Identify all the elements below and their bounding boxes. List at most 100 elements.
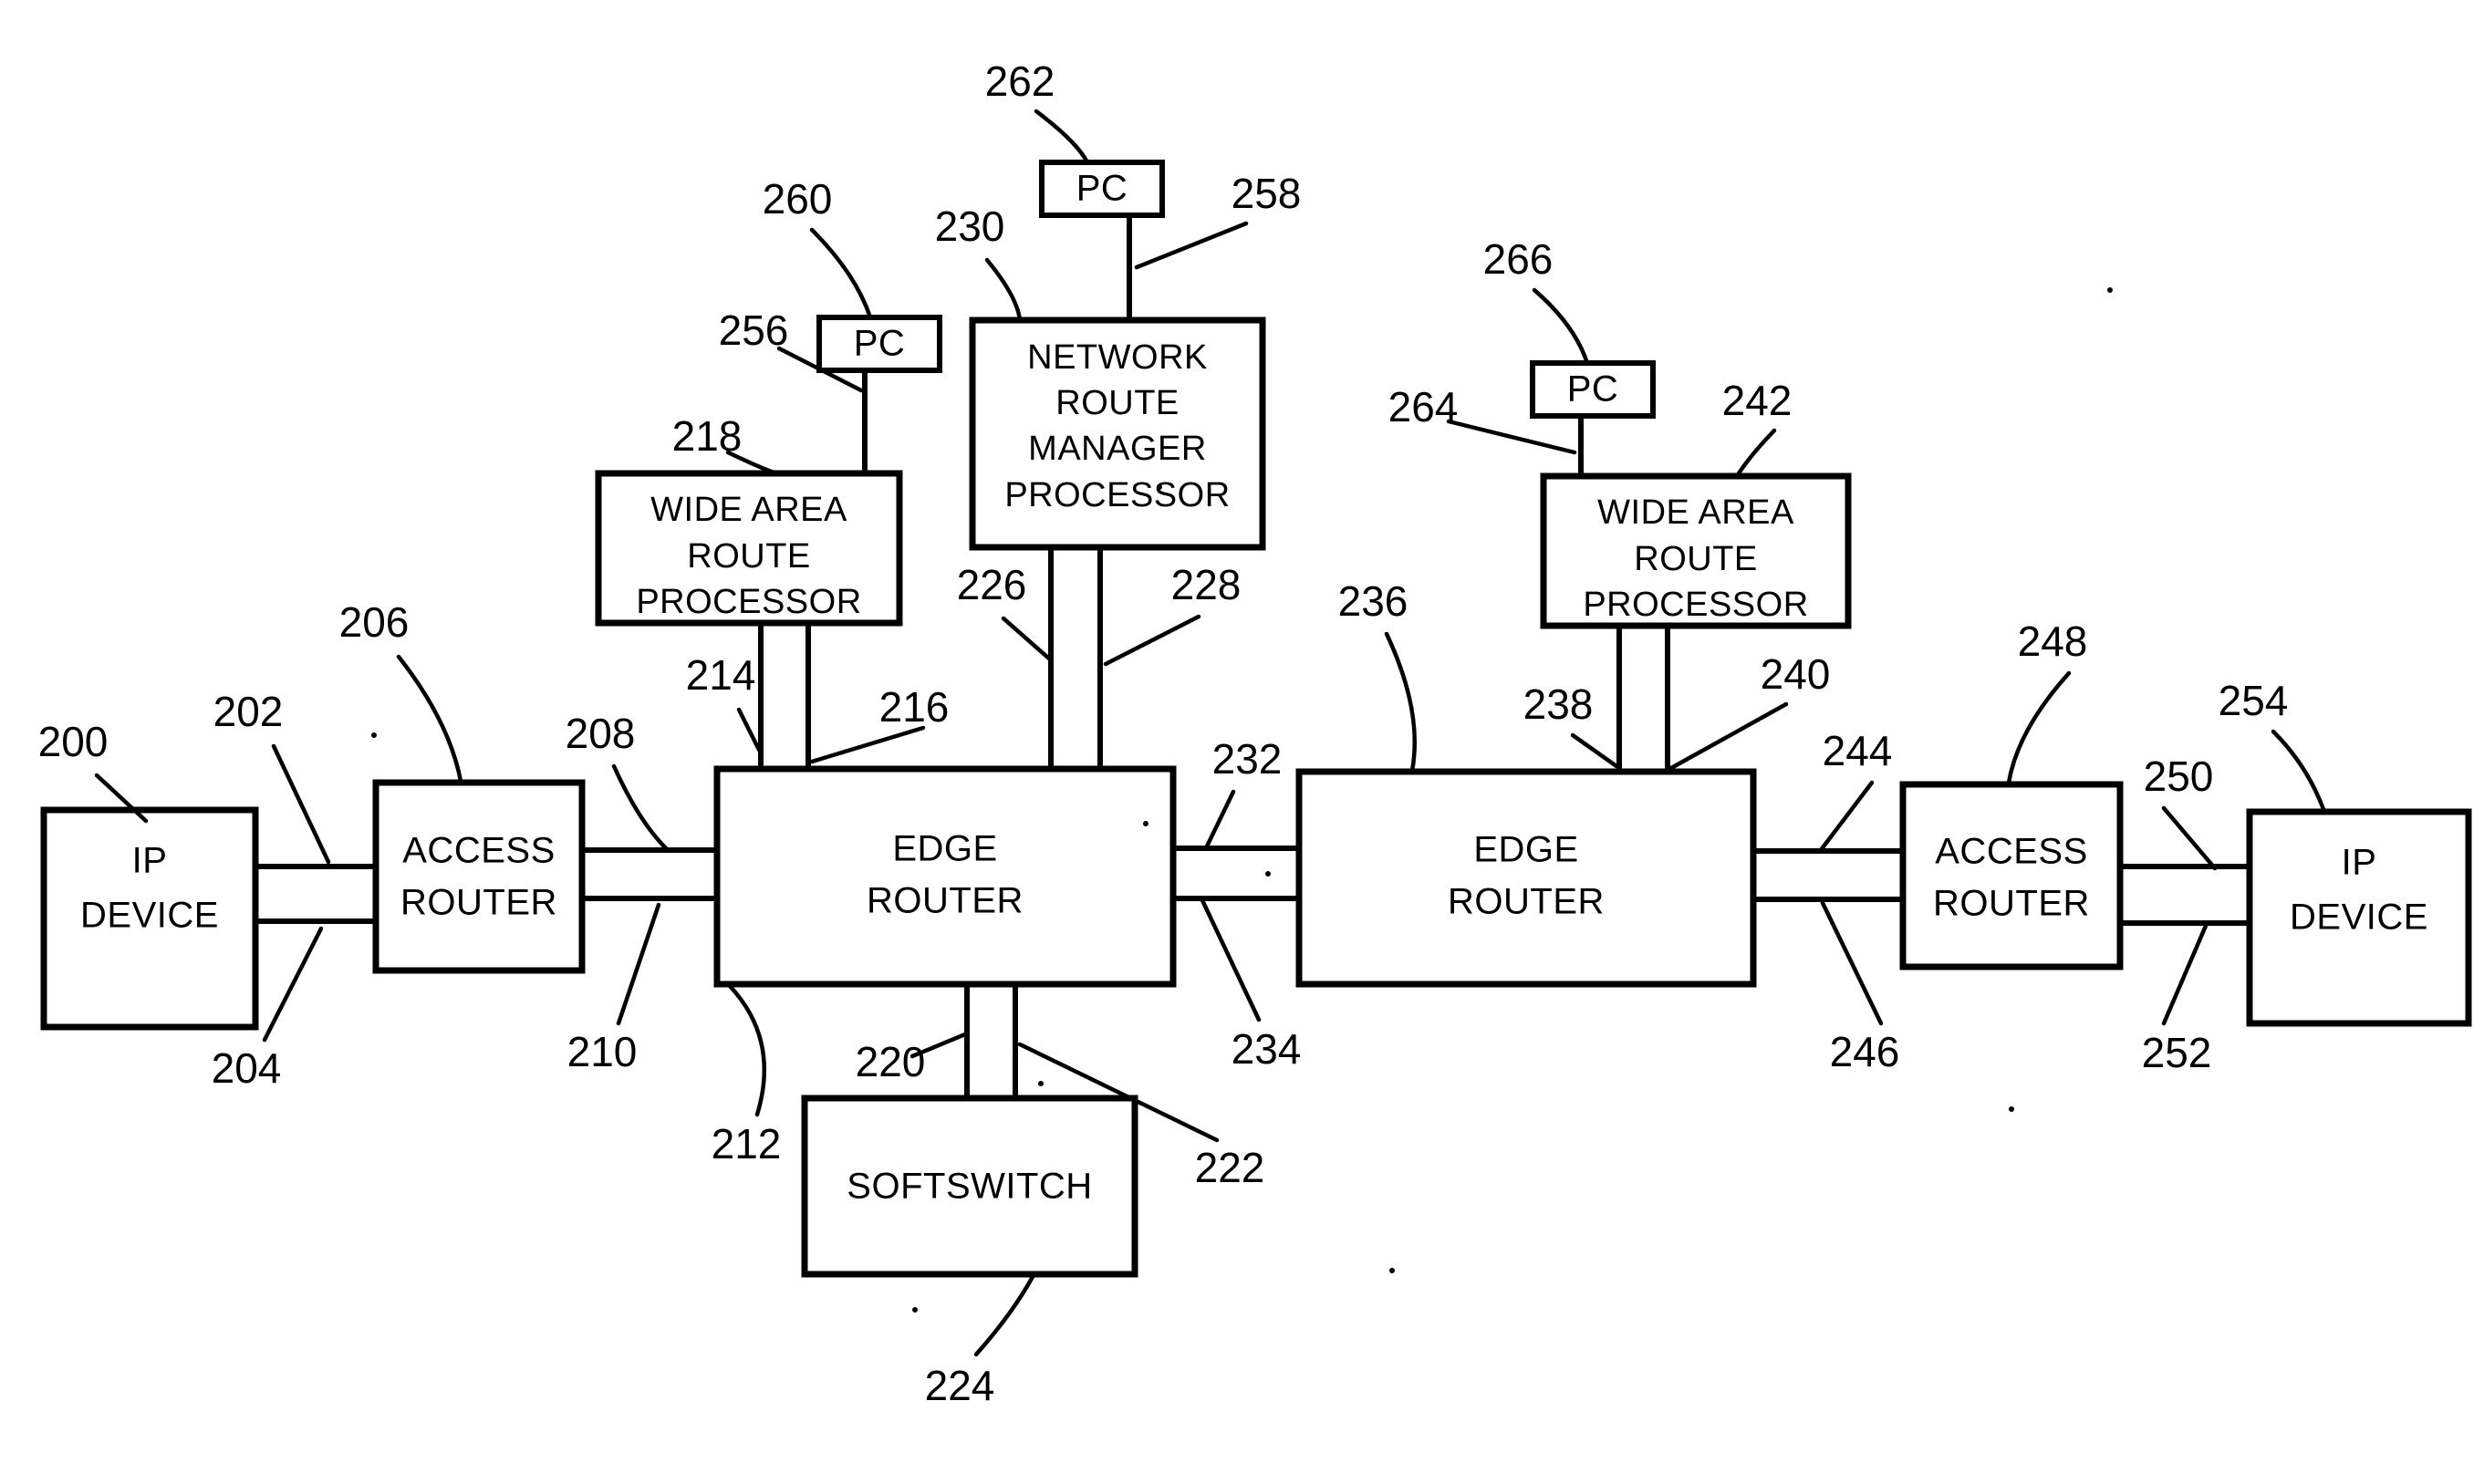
block-access-router-left: ACCESS ROUTER [372, 779, 586, 974]
reference-numeral-212: 212 [712, 1120, 782, 1167]
block-network-route-manager-processor: NETWORK ROUTE MANAGER PROCESSOR [969, 317, 1266, 551]
block-label-line: EDGE [892, 829, 997, 869]
reference-numeral-234: 234 [1232, 1025, 1302, 1073]
scan-speck [1265, 871, 1271, 877]
reference-numeral-206: 206 [339, 598, 410, 646]
scan-speck [1038, 1081, 1044, 1086]
reference-numeral-260: 260 [763, 175, 833, 223]
block-label-line: PROCESSOR [636, 583, 861, 621]
leader-204 [262, 926, 324, 1043]
scan-speck [2009, 1106, 2014, 1112]
block-edge-router-left: EDGE ROUTER [713, 765, 1177, 988]
block-label-line: ACCESS [1935, 832, 2088, 872]
leader-262 [1034, 109, 1090, 165]
block-label-line: WIDE AREA [650, 491, 847, 529]
leader-244 [1818, 780, 1875, 853]
scan-speck [371, 732, 377, 738]
leader-258 [1134, 221, 1249, 270]
reference-numeral-238: 238 [1523, 680, 1594, 728]
block-label-line: DEVICE [80, 896, 219, 936]
block-label-line: ROUTER [400, 883, 557, 923]
block-ip-device-right: IP DEVICE [2246, 808, 2472, 1027]
reference-numeral-240: 240 [1761, 650, 1831, 698]
block-wide-area-route-processor-right: WIDE AREA ROUTE PROCESSOR [1540, 472, 1852, 629]
block-label-line: ROUTE [1055, 384, 1180, 422]
scan-speck [1143, 821, 1148, 826]
reference-numeral-244: 244 [1823, 727, 1893, 774]
leader-242 [1734, 428, 1777, 479]
leader-206 [396, 654, 463, 784]
leader-240 [1668, 701, 1789, 771]
leader-224 [973, 1272, 1036, 1357]
reference-numeral-218: 218 [672, 412, 743, 460]
block-label-line: IP [2342, 843, 2377, 883]
reference-numeral-232: 232 [1212, 735, 1283, 783]
reference-numeral-266: 266 [1483, 235, 1554, 283]
leader-234 [1200, 898, 1262, 1022]
reference-numeral-250: 250 [2144, 752, 2214, 800]
block-label-line: EDGE [1473, 830, 1578, 870]
reference-numeral-222: 222 [1195, 1144, 1265, 1191]
reference-numeral-262: 262 [985, 57, 1055, 105]
leader-228 [1103, 614, 1201, 667]
block-label-line: PROCESSOR [1583, 586, 1808, 624]
block-label-line: ACCESS [402, 831, 556, 871]
leader-214 [736, 707, 762, 752]
leader-252 [2161, 923, 2209, 1026]
leader-202 [271, 743, 331, 865]
block-edge-router-right: EDGE ROUTER [1295, 768, 1757, 988]
reference-numeral-258: 258 [1232, 170, 1302, 217]
reference-numeral-242: 242 [1722, 377, 1793, 424]
leader-250 [2161, 805, 2218, 871]
reference-numeral-254: 254 [2219, 677, 2289, 724]
block-label-line: ROUTE [687, 537, 811, 576]
block-label-line: PC [1076, 169, 1128, 209]
reference-numeral-220: 220 [856, 1038, 926, 1085]
leader-236 [1384, 631, 1418, 773]
leader-246 [1820, 900, 1884, 1026]
block-label-line: ROUTER [867, 881, 1024, 921]
block-label-line: IP [132, 841, 168, 881]
leader-226 [1001, 616, 1052, 661]
block-label-line: PROCESSOR [1004, 476, 1230, 514]
reference-numeral-252: 252 [2142, 1029, 2212, 1076]
scan-speck [1389, 1268, 1395, 1273]
block-label-line: ROUTER [1933, 884, 2090, 924]
block-label-line: DEVICE [2290, 898, 2428, 938]
reference-numeral-264: 264 [1388, 383, 1459, 431]
block-pc-right: PC [1530, 360, 1656, 419]
block-label-line: WIDE AREA [1597, 493, 1794, 532]
block-label-line: MANAGER [1028, 430, 1207, 468]
leader-216 [809, 725, 926, 764]
leader-238 [1570, 732, 1619, 769]
leader-232 [1203, 789, 1236, 851]
reference-numeral-226: 226 [957, 561, 1027, 608]
reference-numeral-200: 200 [38, 718, 109, 765]
leader-212 [727, 983, 767, 1117]
reference-numeral-204: 204 [212, 1044, 282, 1092]
reference-numeral-202: 202 [213, 688, 284, 735]
leader-266 [1532, 287, 1590, 366]
diagram-canvas: IP DEVICE ACCESS ROUTER EDGE ROUTER EDGE… [38, 57, 2472, 1409]
leader-208 [611, 763, 669, 851]
block-wide-area-route-processor-left: WIDE AREA ROUTE PROCESSOR [595, 470, 903, 627]
block-pc-center: PC [1039, 160, 1165, 218]
block-label-line: ROUTE [1634, 540, 1758, 578]
reference-numeral-236: 236 [1338, 577, 1408, 625]
block-ip-device-left: IP DEVICE [40, 806, 259, 1031]
reference-numeral-210: 210 [567, 1028, 638, 1075]
leader-210 [616, 902, 661, 1026]
block-label-line: PC [1567, 369, 1619, 410]
block-label-line: PC [854, 324, 906, 364]
leader-254 [2271, 729, 2327, 815]
scan-speck [1157, 484, 1162, 490]
leader-248 [2006, 670, 2072, 785]
reference-numeral-256: 256 [719, 306, 789, 354]
block-label-line: ROUTER [1448, 882, 1605, 922]
patent-figure: IP DEVICE ACCESS ROUTER EDGE ROUTER EDGE… [0, 0, 2484, 1484]
block-access-router-right: ACCESS ROUTER [1899, 781, 2124, 970]
leader-264 [1446, 419, 1577, 455]
reference-numeral-224: 224 [925, 1362, 995, 1409]
block-group: IP DEVICE ACCESS ROUTER EDGE ROUTER EDGE… [40, 160, 2472, 1278]
leader-260 [809, 227, 873, 320]
